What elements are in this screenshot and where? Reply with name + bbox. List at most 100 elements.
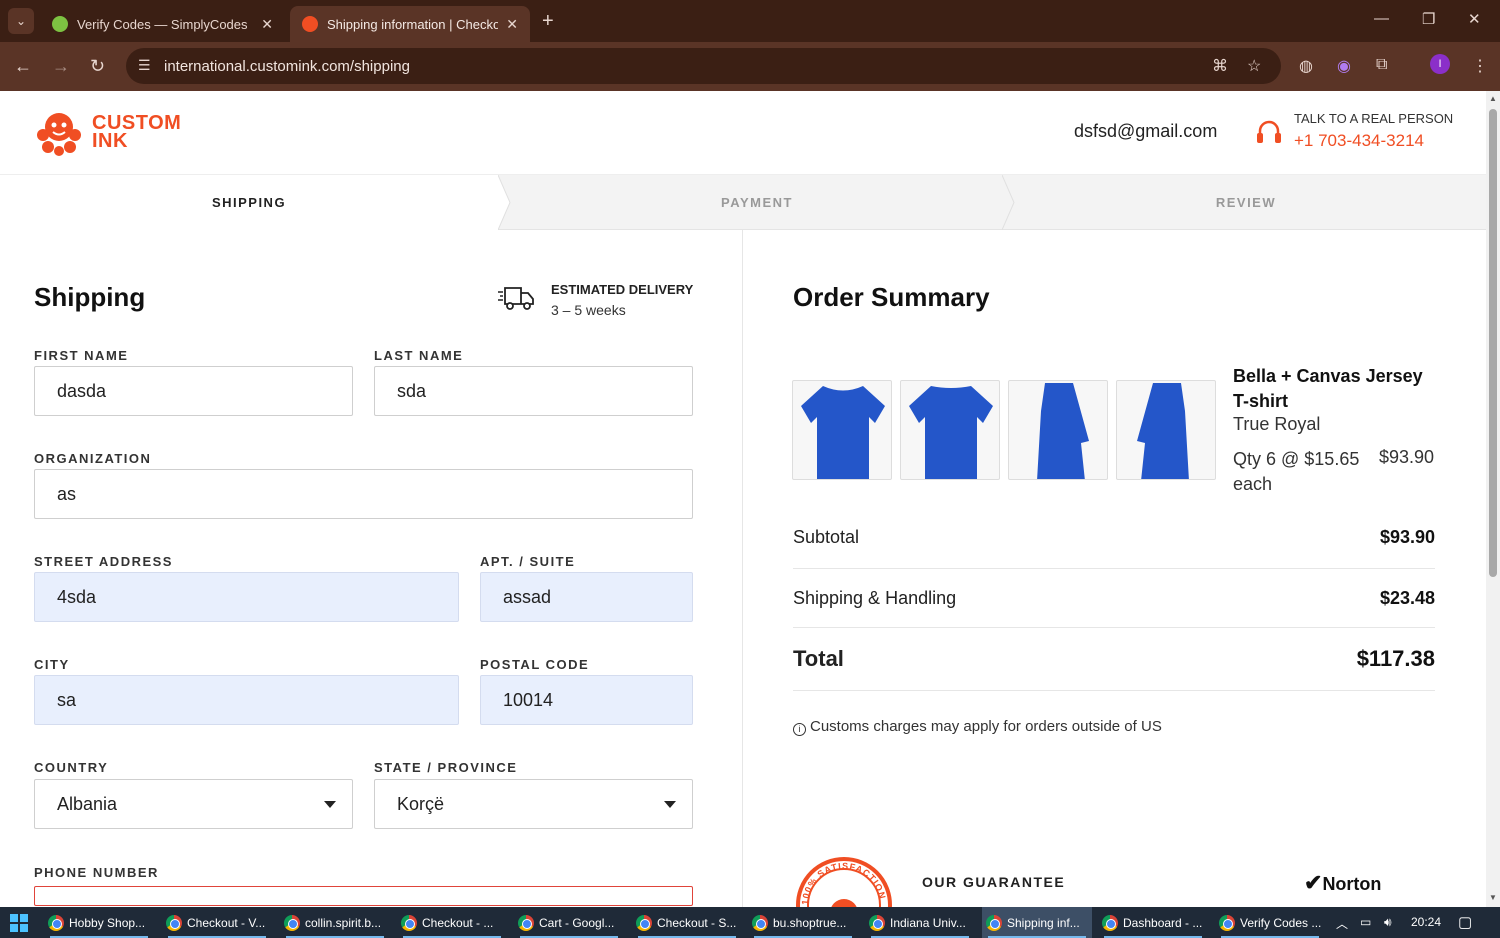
subtotal-row: Subtotal $93.90 bbox=[793, 507, 1435, 569]
taskbar-item[interactable]: Checkout - V... bbox=[162, 907, 272, 938]
tshirt-side-icon bbox=[1137, 383, 1189, 479]
shipping-title: Shipping bbox=[34, 282, 146, 312]
taskbar-item[interactable]: Cart - Googl... bbox=[514, 907, 624, 938]
product-quantity: Qty 6 @ $15.65 each bbox=[1233, 449, 1360, 494]
country-label: COUNTRY bbox=[34, 760, 109, 775]
norton-badge[interactable]: ✔Norton bbox=[1304, 870, 1381, 896]
close-window-icon[interactable]: ✕ bbox=[1468, 10, 1481, 28]
tab-search-button[interactable]: ⌄ bbox=[8, 8, 34, 34]
headset-icon bbox=[1257, 120, 1281, 143]
estimated-delivery-value: 3 – 5 weeks bbox=[551, 302, 626, 318]
taskbar-item-label: Shipping inf... bbox=[1007, 915, 1080, 930]
subtotal-label: Subtotal bbox=[793, 527, 860, 547]
tab-title: Verify Codes — SimplyCodes bbox=[77, 16, 248, 32]
postal-code-field[interactable]: 10014 bbox=[480, 675, 693, 725]
checkout-steps: SHIPPING PAYMENT REVIEW bbox=[0, 175, 1486, 230]
scrollbar-thumb[interactable] bbox=[1489, 109, 1497, 577]
chrome-icon bbox=[986, 914, 1002, 931]
phone-number-field[interactable] bbox=[34, 886, 693, 906]
new-tab-button[interactable]: + bbox=[542, 10, 554, 33]
scroll-down-icon[interactable]: ▼ bbox=[1489, 893, 1497, 902]
bookmark-star-icon[interactable]: ☆ bbox=[1247, 56, 1261, 76]
extensions-puzzle-icon[interactable]: ⧉ bbox=[1376, 56, 1387, 74]
taskbar-item-label: Cart - Googl... bbox=[539, 915, 615, 930]
taskbar-item[interactable]: Indiana Univ... bbox=[865, 907, 975, 938]
apt-suite-field[interactable]: assad bbox=[480, 572, 693, 622]
city-field[interactable]: sa bbox=[34, 675, 459, 725]
menu-kebab-icon[interactable]: ⋮ bbox=[1472, 56, 1488, 76]
support-phone-link[interactable]: +1 703-434-3214 bbox=[1294, 131, 1424, 151]
globe-extension-icon[interactable]: ◍ bbox=[1299, 56, 1313, 76]
step-review[interactable]: REVIEW bbox=[1016, 175, 1476, 230]
chrome-icon bbox=[1219, 914, 1235, 931]
taskbar-item[interactable]: Verify Codes ... bbox=[1215, 907, 1325, 938]
taskbar-item[interactable]: Checkout - ... bbox=[397, 907, 507, 938]
taskbar-item[interactable]: Hobby Shop... bbox=[44, 907, 154, 938]
page-viewport: CUSTOM INK dsfsd@gmail.com TALK TO A REA… bbox=[0, 91, 1486, 907]
taskbar-item[interactable]: Checkout - S... bbox=[632, 907, 742, 938]
taskbar-item[interactable]: Dashboard - ... bbox=[1098, 907, 1208, 938]
product-thumbnail-left[interactable] bbox=[1008, 380, 1108, 480]
tab-verify-codes[interactable]: Verify Codes — SimplyCodes ✕ bbox=[40, 6, 285, 42]
country-value: Albania bbox=[57, 793, 118, 814]
customink-logo[interactable]: CUSTOM INK bbox=[34, 107, 181, 157]
step-shipping[interactable]: SHIPPING bbox=[0, 175, 498, 230]
translate-icon[interactable]: ⌘ bbox=[1212, 56, 1228, 76]
restore-icon[interactable]: ❐ bbox=[1422, 10, 1435, 28]
street-address-field[interactable]: 4sda bbox=[34, 572, 459, 622]
profile-avatar[interactable]: I bbox=[1430, 54, 1450, 74]
volume-icon[interactable]: 🔊︎ bbox=[1384, 915, 1392, 930]
site-info-icon[interactable]: ☰ bbox=[138, 57, 151, 74]
country-select[interactable]: Albania bbox=[34, 779, 353, 829]
chrome-icon bbox=[401, 914, 417, 931]
page-scrollbar[interactable]: ▲ ▼ bbox=[1486, 91, 1500, 907]
tab-shipping-information[interactable]: Shipping information | Checkout ✕ bbox=[290, 6, 530, 42]
notifications-icon[interactable]: ▢ bbox=[1458, 913, 1472, 931]
extension-icon[interactable]: ◉ bbox=[1337, 56, 1351, 76]
first-name-field[interactable]: dasda bbox=[34, 366, 353, 416]
scroll-up-icon[interactable]: ▲ bbox=[1489, 94, 1497, 103]
clock[interactable]: 20:24 bbox=[1411, 915, 1441, 929]
taskbar-item[interactable]: collin.spirit.b... bbox=[280, 907, 390, 938]
chevron-down-icon bbox=[664, 801, 676, 808]
close-tab-icon[interactable]: ✕ bbox=[261, 16, 273, 33]
taskbar-item-label: collin.spirit.b... bbox=[305, 915, 382, 930]
taskbar-item-label: Dashboard - ... bbox=[1123, 915, 1203, 930]
total-label: Total bbox=[793, 646, 844, 671]
last-name-field[interactable]: sda bbox=[374, 366, 693, 416]
estimated-delivery-label: ESTIMATED DELIVERY bbox=[551, 282, 694, 297]
chrome-icon bbox=[752, 914, 768, 931]
customink-favicon-icon bbox=[302, 16, 318, 32]
chrome-icon bbox=[48, 914, 64, 931]
state-province-value: Korçë bbox=[397, 793, 445, 814]
network-icon[interactable]: ▭ bbox=[1360, 915, 1371, 929]
tray-chevron-icon[interactable]: ︿ bbox=[1336, 915, 1348, 932]
back-icon[interactable]: ← bbox=[14, 56, 32, 77]
support-label: TALK TO A REAL PERSON bbox=[1294, 111, 1454, 126]
shipping-handling-row: Shipping & Handling $23.48 bbox=[793, 569, 1435, 628]
taskbar-item-label: bu.shoptrue... bbox=[773, 915, 847, 930]
taskbar-item-label: Verify Codes ... bbox=[1240, 915, 1322, 930]
product-price: $93.90 bbox=[1379, 447, 1435, 467]
taskbar-item[interactable]: bu.shoptrue... bbox=[748, 907, 858, 938]
address-bar[interactable]: ☰ international.customink.com/shipping ⌘… bbox=[126, 48, 1281, 84]
product-thumbnail-right[interactable] bbox=[1116, 380, 1216, 480]
reload-icon[interactable]: ↻ bbox=[90, 56, 105, 77]
tshirt-side-icon bbox=[1037, 383, 1089, 479]
windows-start-icon[interactable] bbox=[10, 914, 28, 932]
browser-toolbar: ← → ↻ ☰ international.customink.com/ship… bbox=[0, 42, 1500, 91]
taskbar-item-label: Checkout - S... bbox=[657, 915, 737, 930]
subtotal-value: $93.90 bbox=[1379, 527, 1435, 547]
state-province-select[interactable]: Korçë bbox=[374, 779, 693, 829]
chrome-icon bbox=[518, 914, 534, 931]
product-thumbnail-front[interactable] bbox=[792, 380, 892, 480]
city-label: CITY bbox=[34, 657, 70, 672]
step-payment[interactable]: PAYMENT bbox=[512, 175, 1002, 230]
taskbar-item[interactable]: Shipping inf... bbox=[982, 907, 1092, 938]
organization-field[interactable]: as bbox=[34, 469, 693, 519]
minimize-icon[interactable]: — bbox=[1374, 10, 1389, 27]
product-thumbnail-back[interactable] bbox=[900, 380, 1000, 480]
forward-icon[interactable]: → bbox=[52, 56, 70, 77]
taskbar-item-label: Hobby Shop... bbox=[69, 915, 146, 930]
close-tab-icon[interactable]: ✕ bbox=[506, 16, 518, 33]
